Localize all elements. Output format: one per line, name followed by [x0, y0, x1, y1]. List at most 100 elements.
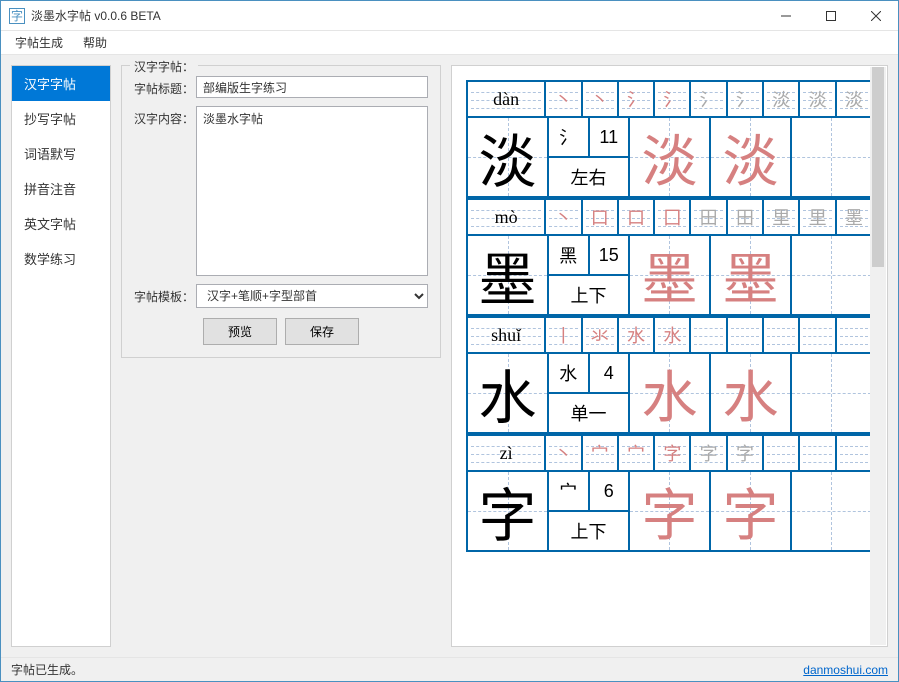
stroke-cell: [837, 318, 873, 354]
stroke-cell: 丶: [583, 82, 619, 118]
sidebar-item-pinyin[interactable]: 拼音注音: [12, 171, 110, 206]
menubar: 字帖生成 帮助: [1, 31, 898, 55]
stroke-count-cell: 11: [590, 118, 631, 156]
stroke-cell: [728, 318, 764, 354]
stroke-cell: 水: [619, 318, 655, 354]
stroke-cell: [764, 436, 800, 472]
practice-cell: 墨: [711, 236, 792, 316]
practice-cell: 淡: [711, 118, 792, 198]
stroke-cell: 氵: [655, 82, 691, 118]
stroke-cell: 字: [655, 436, 691, 472]
stroke-cell: 宀: [619, 436, 655, 472]
stroke-cell: 字: [728, 436, 764, 472]
radical-cell: 氵: [549, 118, 590, 156]
main-char: 字: [468, 472, 549, 552]
main-char: 淡: [468, 118, 549, 198]
sidebar-item-copy[interactable]: 抄写字帖: [12, 101, 110, 136]
stroke-cell: [691, 318, 727, 354]
stroke-cell: 田: [691, 200, 727, 236]
stroke-cell: 淡: [764, 82, 800, 118]
menu-help[interactable]: 帮助: [73, 32, 117, 54]
stroke-cell: 丶: [546, 436, 582, 472]
close-button[interactable]: [853, 1, 898, 31]
char-row: shuǐ丨氺水水水水4单一水水: [466, 316, 873, 434]
stroke-cell: 氵: [691, 82, 727, 118]
char-row: mò丶口口囗田田里里墨墨黑15上下墨墨: [466, 198, 873, 316]
sidebar: 汉字字帖 抄写字帖 词语默写 拼音注音 英文字帖 数学练习: [11, 65, 111, 647]
stroke-cell: 口: [583, 200, 619, 236]
practice-cell: 墨: [630, 236, 711, 316]
sidebar-item-dictation[interactable]: 词语默写: [12, 136, 110, 171]
stroke-cell: 丶: [546, 82, 582, 118]
maximize-button[interactable]: [808, 1, 853, 31]
stroke-cell: 口: [619, 200, 655, 236]
char-row: dàn丶丶氵氵氵氵淡淡淡淡氵11左右淡淡: [466, 80, 873, 198]
practice-cell: 水: [630, 354, 711, 434]
minimize-button[interactable]: [763, 1, 808, 31]
sidebar-item-english[interactable]: 英文字帖: [12, 206, 110, 241]
stroke-count-cell: 4: [590, 354, 631, 392]
save-button[interactable]: 保存: [285, 318, 359, 345]
form-panel: 汉字字帖： 字帖标题： 汉字内容： 字帖模板： 汉字+笔顺+字型部首 预览 保存: [121, 65, 441, 647]
form-group: 汉字字帖： 字帖标题： 汉字内容： 字帖模板： 汉字+笔顺+字型部首 预览 保存: [121, 65, 441, 358]
main-area: 汉字字帖 抄写字帖 词语默写 拼音注音 英文字帖 数学练习 汉字字帖： 字帖标题…: [1, 55, 898, 657]
practice-cell: [792, 118, 873, 198]
statusbar: 字帖已生成。 danmoshui.com: [1, 657, 898, 681]
stroke-cell: 墨: [837, 200, 873, 236]
stroke-cell: [800, 318, 836, 354]
practice-cell: [792, 236, 873, 316]
stroke-count-cell: 15: [590, 236, 631, 274]
radical-cell: 水: [549, 354, 590, 392]
structure-cell: 上下: [549, 512, 630, 552]
pinyin-cell: mò: [468, 200, 546, 236]
stroke-cell: 字: [691, 436, 727, 472]
sidebar-item-math[interactable]: 数学练习: [12, 241, 110, 276]
title-input[interactable]: [196, 76, 428, 98]
structure-cell: 左右: [549, 158, 630, 198]
stroke-cell: 淡: [800, 82, 836, 118]
info-col: 宀6上下: [549, 472, 630, 552]
scrollbar-thumb[interactable]: [872, 67, 884, 267]
structure-cell: 上下: [549, 276, 630, 316]
pinyin-cell: dàn: [468, 82, 546, 118]
title-label: 字帖标题：: [134, 76, 196, 97]
website-link[interactable]: danmoshui.com: [803, 663, 888, 677]
sidebar-item-hanzi[interactable]: 汉字字帖: [12, 66, 110, 101]
content-textarea[interactable]: [196, 106, 428, 276]
practice-cell: 淡: [630, 118, 711, 198]
template-label: 字帖模板：: [134, 284, 196, 305]
stroke-cell: [800, 436, 836, 472]
stroke-cell: 囗: [655, 200, 691, 236]
main-char: 水: [468, 354, 549, 434]
practice-cell: 字: [630, 472, 711, 552]
window-controls: [763, 1, 898, 31]
stroke-cell: 淡: [837, 82, 873, 118]
stroke-cell: 丶: [546, 200, 582, 236]
preview-content: dàn丶丶氵氵氵氵淡淡淡淡氵11左右淡淡mò丶口口囗田田里里墨墨黑15上下墨墨s…: [466, 80, 873, 632]
content-label: 汉字内容：: [134, 106, 196, 127]
stroke-cell: 氺: [583, 318, 619, 354]
stroke-cell: 氵: [619, 82, 655, 118]
practice-cell: [792, 354, 873, 434]
menu-generate[interactable]: 字帖生成: [5, 32, 73, 54]
template-select[interactable]: 汉字+笔顺+字型部首: [196, 284, 428, 308]
pinyin-cell: shuǐ: [468, 318, 546, 354]
info-col: 黑15上下: [549, 236, 630, 316]
stroke-cell: [764, 318, 800, 354]
stroke-cell: 里: [764, 200, 800, 236]
structure-cell: 单一: [549, 394, 630, 434]
stroke-cell: 水: [655, 318, 691, 354]
titlebar: 字 淡墨水字帖 v0.0.6 BETA: [1, 1, 898, 31]
stroke-cell: 里: [800, 200, 836, 236]
char-row: zì丶宀宀字字字字宀6上下字字: [466, 434, 873, 552]
info-col: 水4单一: [549, 354, 630, 434]
scrollbar[interactable]: [870, 67, 886, 645]
stroke-cell: 丨: [546, 318, 582, 354]
preview-button[interactable]: 预览: [203, 318, 277, 345]
info-col: 氵11左右: [549, 118, 630, 198]
stroke-count-cell: 6: [590, 472, 631, 510]
preview-panel: dàn丶丶氵氵氵氵淡淡淡淡氵11左右淡淡mò丶口口囗田田里里墨墨黑15上下墨墨s…: [451, 65, 888, 647]
stroke-cell: 宀: [583, 436, 619, 472]
status-message: 字帖已生成。: [11, 661, 83, 678]
practice-cell: [792, 472, 873, 552]
